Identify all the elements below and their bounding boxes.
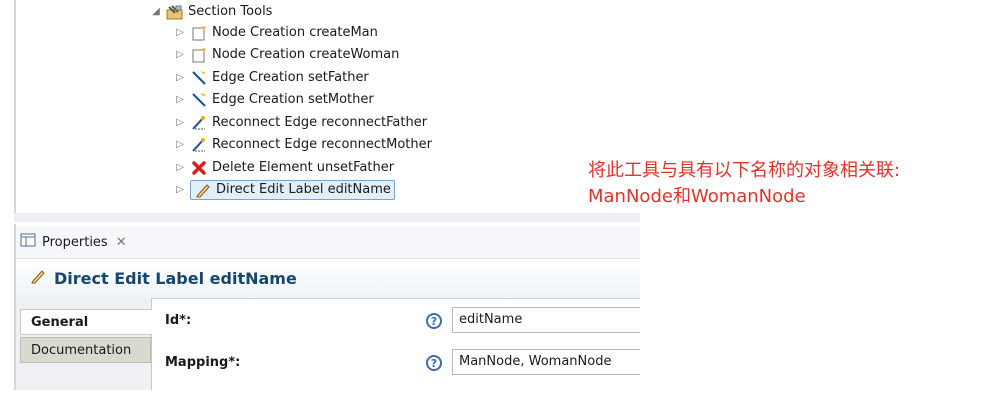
- side-tab-general[interactable]: General: [20, 309, 152, 335]
- reconnect-edge-icon: [190, 136, 208, 154]
- expand-triangle-icon[interactable]: ▷: [174, 89, 186, 111]
- tree-item-reconnect-father[interactable]: ▷ Reconnect Edge reconnectFather: [174, 112, 427, 134]
- edge-creation-icon: [190, 91, 208, 109]
- panel-separator: [14, 213, 640, 222]
- tree-section-tools[interactable]: ◢ Section Tools: [150, 1, 272, 23]
- tree-panel-border: [14, 0, 16, 222]
- expand-triangle-icon[interactable]: ▷: [174, 22, 186, 44]
- tree-item-edit-name[interactable]: ▷ Direct Edit Label editName: [174, 179, 395, 201]
- tree-item-label: Reconnect Edge reconnectFather: [212, 115, 428, 130]
- expand-triangle-icon[interactable]: ▷: [174, 134, 186, 156]
- id-label: Id*:: [165, 313, 192, 328]
- tree-item-label: Edge Creation setFather: [212, 70, 369, 85]
- section-tools-icon: [166, 3, 184, 21]
- mapping-label: Mapping*:: [165, 355, 241, 370]
- annotation-note: 将此工具与具有以下名称的对象相关联: ManNode和WomanNode: [588, 158, 900, 210]
- edge-creation-icon: [190, 69, 208, 87]
- properties-title: Direct Edit Label editName: [30, 268, 297, 288]
- expand-triangle-icon[interactable]: ▷: [174, 112, 186, 134]
- side-tab-documentation[interactable]: Documentation: [20, 337, 151, 363]
- expand-triangle-icon[interactable]: ▷: [174, 179, 186, 201]
- collapse-triangle-icon[interactable]: ◢: [150, 1, 162, 23]
- help-icon[interactable]: ?: [426, 355, 442, 371]
- pencil-icon: [30, 268, 46, 288]
- reconnect-edge-icon: [190, 114, 208, 132]
- selected-item-highlight[interactable]: Direct Edit Label editName: [190, 180, 395, 200]
- tree-item-unset-father[interactable]: ▷ Delete Element unsetFather: [174, 157, 394, 179]
- annotation-line-1: 将此工具与具有以下名称的对象相关联:: [588, 160, 901, 181]
- tree-item-label: Node Creation createWoman: [212, 47, 400, 62]
- tree-item-label: Node Creation createMan: [212, 25, 378, 40]
- tree-item-reconnect-mother[interactable]: ▷ Reconnect Edge reconnectMother: [174, 134, 432, 156]
- tree-section-label: Section Tools: [188, 4, 273, 19]
- tree-item-label: Edge Creation setMother: [212, 92, 374, 107]
- tree-item-create-man[interactable]: ▷ Node Creation createMan: [174, 22, 378, 44]
- node-creation-icon: [190, 46, 208, 64]
- properties-view-icon: [20, 233, 36, 251]
- mapping-field[interactable]: ManNode, WomanNode: [452, 349, 640, 375]
- tree-item-create-woman[interactable]: ▷ Node Creation createWoman: [174, 44, 399, 66]
- expand-triangle-icon[interactable]: ▷: [174, 44, 186, 66]
- properties-title-text: Direct Edit Label editName: [54, 268, 297, 288]
- delete-icon: [190, 159, 208, 177]
- tree-item-set-mother[interactable]: ▷ Edge Creation setMother: [174, 89, 374, 111]
- properties-tab-label: Properties: [42, 234, 108, 250]
- properties-tab[interactable]: Properties ✕: [20, 230, 127, 254]
- pencil-icon: [194, 181, 212, 199]
- tree-item-label: Reconnect Edge reconnectMother: [212, 137, 432, 152]
- tree-item-label: Direct Edit Label editName: [216, 182, 391, 197]
- annotation-line-2: ManNode和WomanNode: [588, 186, 806, 207]
- expand-triangle-icon[interactable]: ▷: [174, 157, 186, 179]
- expand-triangle-icon[interactable]: ▷: [174, 67, 186, 89]
- tree-item-set-father[interactable]: ▷ Edge Creation setFather: [174, 67, 369, 89]
- node-creation-icon: [190, 24, 208, 42]
- help-icon[interactable]: ?: [426, 313, 442, 329]
- tree-item-label: Delete Element unsetFather: [212, 160, 395, 175]
- close-tab-icon[interactable]: ✕: [116, 235, 127, 250]
- id-field[interactable]: editName: [452, 307, 640, 333]
